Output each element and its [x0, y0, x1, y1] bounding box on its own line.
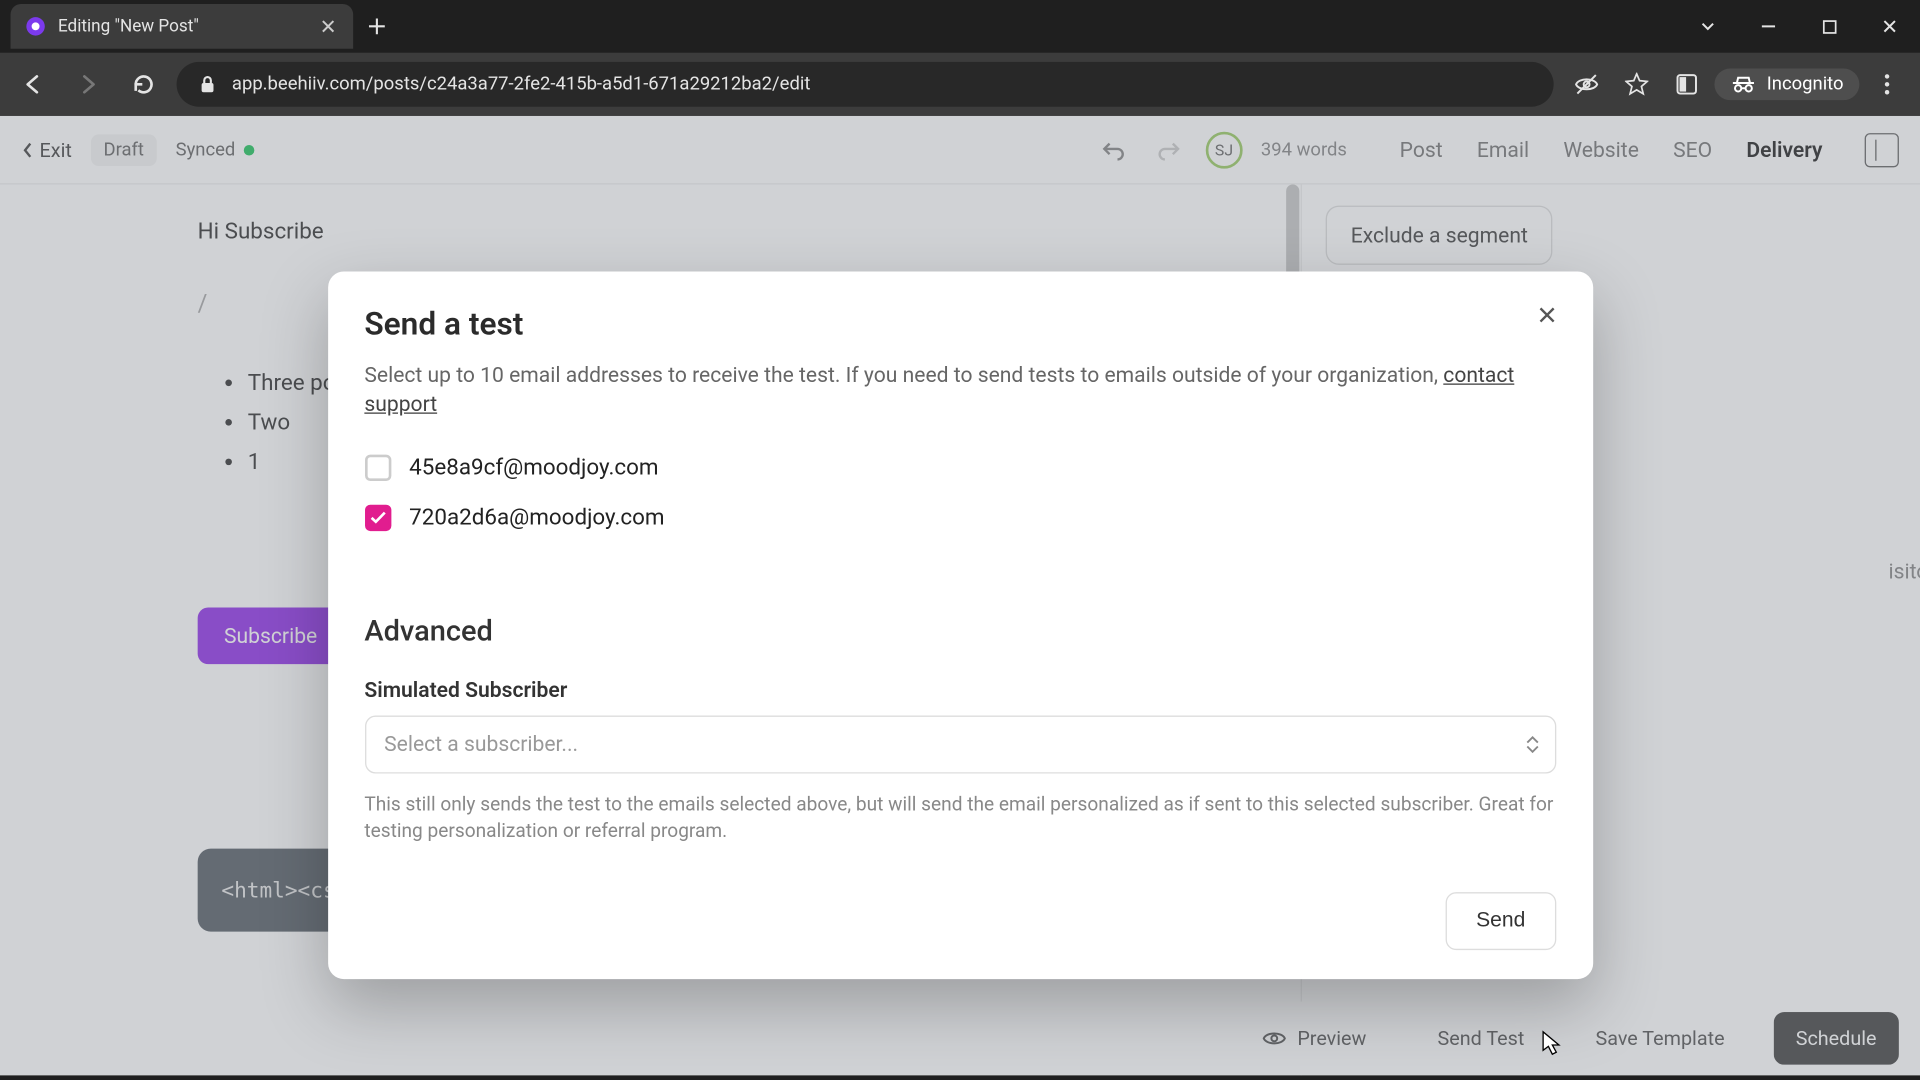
modal-overlay[interactable]: Send a test Select up to 10 email addres…: [0, 116, 1920, 1075]
simulated-hint: This still only sends the test to the em…: [364, 792, 1555, 845]
email-list: 45e8a9cf@moodjoy.com 720a2d6a@moodjoy.co…: [364, 454, 1555, 530]
close-window-button[interactable]: [1859, 5, 1920, 47]
checkbox[interactable]: [364, 454, 390, 480]
close-icon[interactable]: [319, 17, 337, 35]
eye-off-icon[interactable]: [1564, 62, 1609, 107]
simulated-subscriber-select[interactable]: Select a subscriber...: [364, 715, 1555, 773]
star-icon[interactable]: [1614, 62, 1659, 107]
close-icon: [1535, 303, 1559, 327]
close-modal-button[interactable]: [1529, 298, 1563, 332]
url-bar[interactable]: app.beehiiv.com/posts/c24a3a77-2fe2-415b…: [177, 62, 1554, 107]
panel-icon[interactable]: [1664, 62, 1709, 107]
back-button[interactable]: [11, 62, 56, 107]
send-button[interactable]: Send: [1446, 893, 1556, 951]
modal-description: Select up to 10 email addresses to recei…: [364, 361, 1555, 420]
checkbox-checked[interactable]: [364, 504, 390, 530]
check-icon: [370, 511, 386, 524]
window-controls: [1678, 5, 1920, 47]
lock-icon: [198, 75, 216, 93]
reload-button[interactable]: [121, 62, 166, 107]
favicon-icon: [26, 17, 44, 35]
nav-bar: app.beehiiv.com/posts/c24a3a77-2fe2-415b…: [0, 53, 1920, 116]
email-label: 720a2d6a@moodjoy.com: [409, 504, 664, 530]
email-label: 45e8a9cf@moodjoy.com: [409, 454, 658, 480]
advanced-heading: Advanced: [364, 615, 1555, 648]
send-label: Send: [1476, 910, 1525, 932]
tab-title: Editing "New Post": [58, 16, 306, 36]
select-chevrons-icon: [1525, 736, 1538, 753]
forward-button[interactable]: [66, 62, 111, 107]
incognito-icon: [1730, 75, 1756, 93]
toolbar-right-icons: Incognito: [1564, 62, 1910, 107]
tab-strip: Editing "New Post": [0, 0, 1920, 53]
email-row: 45e8a9cf@moodjoy.com: [364, 454, 1555, 480]
modal-title: Send a test: [364, 306, 1555, 343]
modal-actions: Send: [364, 893, 1555, 951]
chevron-down-icon[interactable]: [1678, 5, 1739, 47]
select-placeholder: Select a subscriber...: [384, 732, 578, 757]
incognito-badge[interactable]: Incognito: [1714, 69, 1859, 101]
url-text: app.beehiiv.com/posts/c24a3a77-2fe2-415b…: [232, 74, 1532, 95]
browser-tab-active[interactable]: Editing "New Post": [11, 4, 354, 49]
simulated-subscriber-label: Simulated Subscriber: [364, 677, 1555, 702]
incognito-label: Incognito: [1767, 74, 1844, 95]
minimize-button[interactable]: [1738, 5, 1799, 47]
modal-desc-text: Select up to 10 email addresses to recei…: [364, 362, 1443, 387]
new-tab-button[interactable]: [358, 8, 395, 45]
kebab-menu-button[interactable]: [1865, 62, 1910, 107]
send-test-modal: Send a test Select up to 10 email addres…: [327, 271, 1592, 979]
browser-chrome: Editing "New Post": [0, 0, 1920, 116]
maximize-button[interactable]: [1799, 5, 1860, 47]
email-row: 720a2d6a@moodjoy.com: [364, 504, 1555, 530]
